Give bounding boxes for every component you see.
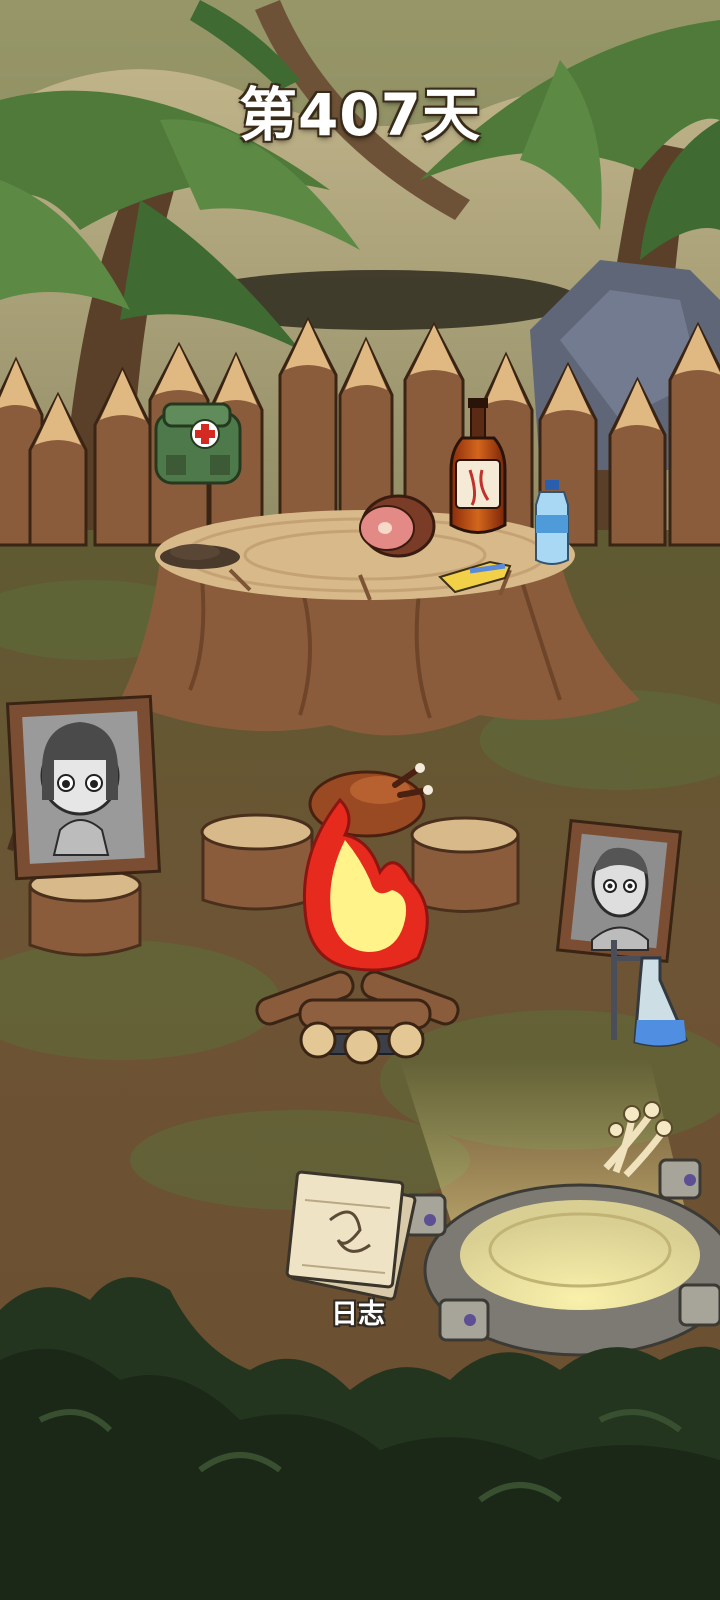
ham-icon[interactable] — [359, 494, 436, 558]
first-aid-kit-icon[interactable] — [154, 402, 242, 485]
journal-label[interactable]: 日志 — [298, 1292, 418, 1331]
portrait-girl-icon[interactable] — [5, 694, 162, 881]
game-scene — [0, 0, 720, 1600]
water-bottle-icon[interactable] — [535, 480, 569, 565]
journal-icon[interactable] — [285, 1170, 417, 1301]
portrait-man-icon[interactable] — [555, 818, 683, 964]
day-counter: 第407天 — [238, 81, 482, 149]
